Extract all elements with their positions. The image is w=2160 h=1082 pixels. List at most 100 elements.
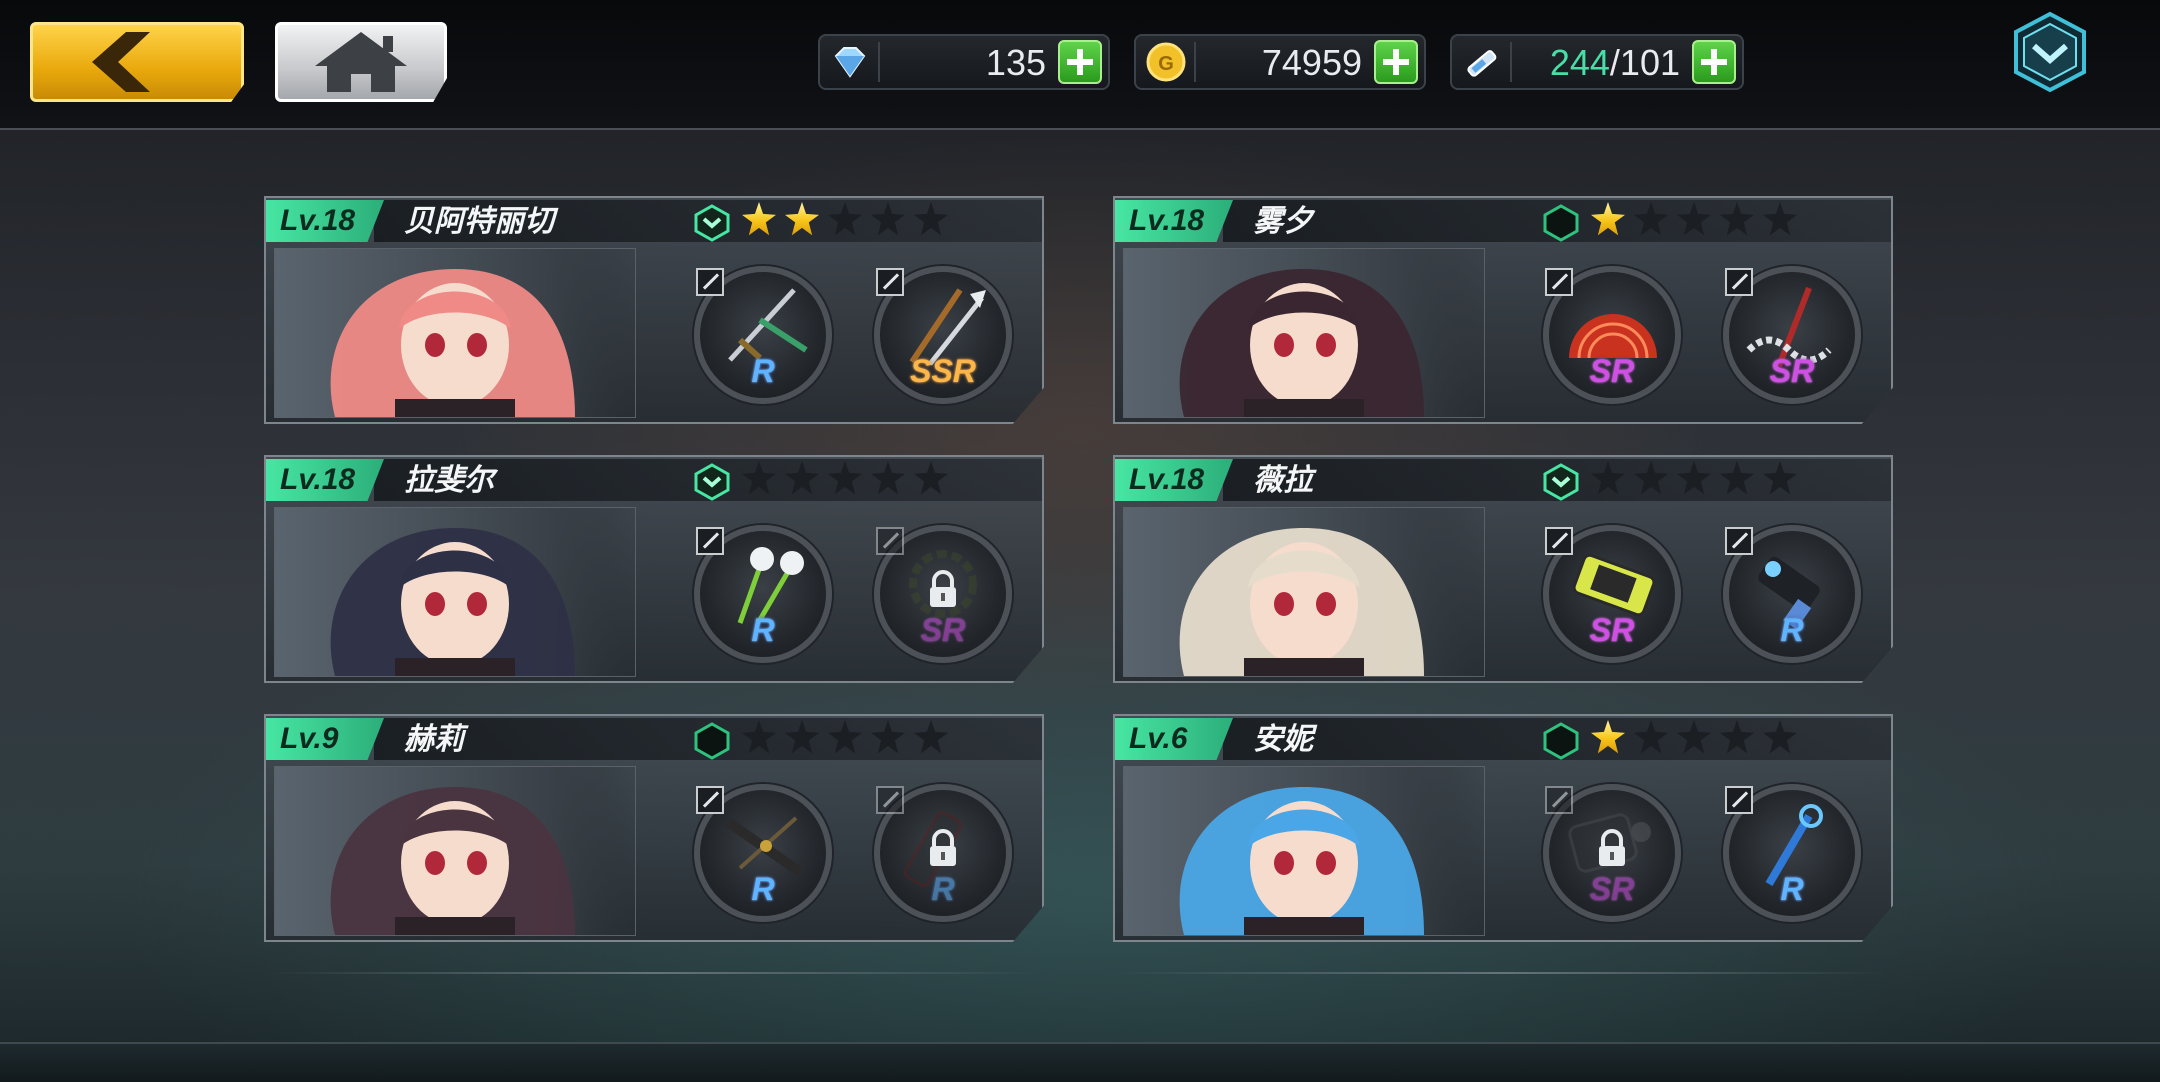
- character-card[interactable]: Lv.6 安妮 SR R: [1113, 714, 1893, 942]
- star-empty-icon: [1634, 461, 1668, 495]
- chevron-left-icon: [92, 32, 150, 92]
- add-diamonds-button[interactable]: [1058, 40, 1102, 84]
- weapon-rarity: R: [1780, 612, 1804, 648]
- lock-icon: [930, 829, 956, 866]
- edit-icon: [696, 268, 724, 296]
- character-name: 贝阿特丽切: [404, 205, 554, 238]
- diamond-icon: [834, 47, 866, 78]
- rank-up-icon[interactable]: [1543, 463, 1579, 501]
- rank-hex-icon: [1543, 204, 1579, 242]
- add-gold-button[interactable]: [1374, 40, 1418, 84]
- weapon-slot[interactable]: SR: [1543, 266, 1681, 404]
- star-empty-icon: [785, 461, 819, 495]
- weapon-slot[interactable]: R: [694, 784, 832, 922]
- add-stamina-button[interactable]: [1692, 40, 1736, 84]
- weapon-slot[interactable]: R: [1723, 525, 1861, 663]
- star-empty-icon: [914, 461, 948, 495]
- gold-coin-icon: G: [1146, 42, 1186, 82]
- star-empty-icon: [1720, 202, 1754, 236]
- rank-up-icon[interactable]: [694, 204, 730, 242]
- character-portrait: [274, 766, 636, 936]
- bottom-bar: [0, 1042, 2160, 1082]
- lock-icon: [1599, 829, 1625, 866]
- diamond-value: 135: [985, 42, 1046, 83]
- edit-icon: [1545, 527, 1573, 555]
- weapon-rarity: R: [1780, 871, 1804, 907]
- chevron-down-hex-icon[interactable]: [2008, 10, 2092, 94]
- character-card[interactable]: Lv.18 雾夕 SR SR: [1113, 196, 1893, 424]
- character-portrait: [1123, 766, 1485, 936]
- edit-icon: [1725, 786, 1753, 814]
- character-portrait: [1123, 248, 1485, 418]
- weapon-slot[interactable]: SR: [874, 525, 1012, 663]
- diamond-counter: 135: [818, 34, 1110, 90]
- star-rating: [1591, 720, 1806, 760]
- gold-counter: G 74959: [1134, 34, 1426, 90]
- star-empty-icon: [1677, 720, 1711, 754]
- stamina-counter: 244/101: [1450, 34, 1744, 90]
- edit-icon: [876, 268, 904, 296]
- level-badge: Lv.6: [1115, 718, 1233, 760]
- weapon-slot[interactable]: SSR: [874, 266, 1012, 404]
- star-empty-icon: [871, 461, 905, 495]
- character-card[interactable]: Lv.18 贝阿特丽切 R SSR: [264, 196, 1044, 424]
- star-filled-icon: [742, 202, 776, 236]
- level-badge: Lv.18: [266, 459, 384, 501]
- character-card[interactable]: Lv.9 赫莉 R R: [264, 714, 1044, 942]
- character-name: 赫莉: [404, 723, 464, 756]
- star-rating: [1591, 461, 1806, 501]
- character-portrait: [1123, 507, 1485, 677]
- character-portrait: [274, 507, 636, 677]
- weapon-rarity: R: [931, 871, 955, 907]
- character-name: 薇拉: [1253, 464, 1313, 497]
- star-empty-icon: [1677, 202, 1711, 236]
- star-empty-icon: [1677, 461, 1711, 495]
- gold-value: 74959: [1261, 42, 1362, 83]
- star-empty-icon: [828, 202, 862, 236]
- character-card[interactable]: Lv.18 薇拉 SR R: [1113, 455, 1893, 683]
- weapon-rarity: SSR: [910, 353, 976, 389]
- weapon-slot[interactable]: R: [694, 525, 832, 663]
- level-badge: Lv.18: [1115, 200, 1233, 242]
- star-empty-icon: [1720, 720, 1754, 754]
- rank-up-icon[interactable]: [694, 463, 730, 501]
- edit-icon: [696, 527, 724, 555]
- star-empty-icon: [914, 720, 948, 754]
- character-name: 安妮: [1253, 723, 1313, 756]
- stamina-value: 244/101: [1549, 42, 1680, 83]
- home-button[interactable]: [275, 22, 447, 102]
- top-bar: 135 G 74959 244/101: [0, 0, 2160, 130]
- home-icon: [315, 32, 407, 92]
- weapon-rarity: SR: [920, 612, 966, 648]
- edit-icon: [696, 786, 724, 814]
- weapon-rarity: SR: [1589, 871, 1635, 907]
- star-empty-icon: [1591, 461, 1625, 495]
- weapon-slot[interactable]: R: [874, 784, 1012, 922]
- weapon-rarity: R: [751, 353, 775, 389]
- back-button[interactable]: [30, 22, 244, 102]
- rank-hex-icon: [694, 722, 730, 760]
- star-empty-icon: [1634, 720, 1668, 754]
- star-empty-icon: [914, 202, 948, 236]
- weapon-slot[interactable]: SR: [1543, 525, 1681, 663]
- weapon-slot[interactable]: SR: [1723, 266, 1861, 404]
- star-empty-icon: [828, 720, 862, 754]
- character-card[interactable]: Lv.18 拉斐尔 R SR: [264, 455, 1044, 683]
- weapon-slot[interactable]: R: [694, 266, 832, 404]
- star-empty-icon: [871, 720, 905, 754]
- star-empty-icon: [1720, 461, 1754, 495]
- level-badge: Lv.9: [266, 718, 384, 760]
- star-empty-icon: [785, 720, 819, 754]
- star-filled-icon: [785, 202, 819, 236]
- character-name: 雾夕: [1253, 205, 1313, 238]
- edit-icon: [1545, 786, 1573, 814]
- edit-icon: [1545, 268, 1573, 296]
- star-empty-icon: [742, 720, 776, 754]
- weapon-slot[interactable]: SR: [1543, 784, 1681, 922]
- character-name: 拉斐尔: [404, 464, 494, 497]
- lock-icon: [930, 570, 956, 607]
- weapon-slot[interactable]: R: [1723, 784, 1861, 922]
- edit-icon: [876, 527, 904, 555]
- weapon-rarity: R: [751, 871, 775, 907]
- weapon-rarity: R: [751, 612, 775, 648]
